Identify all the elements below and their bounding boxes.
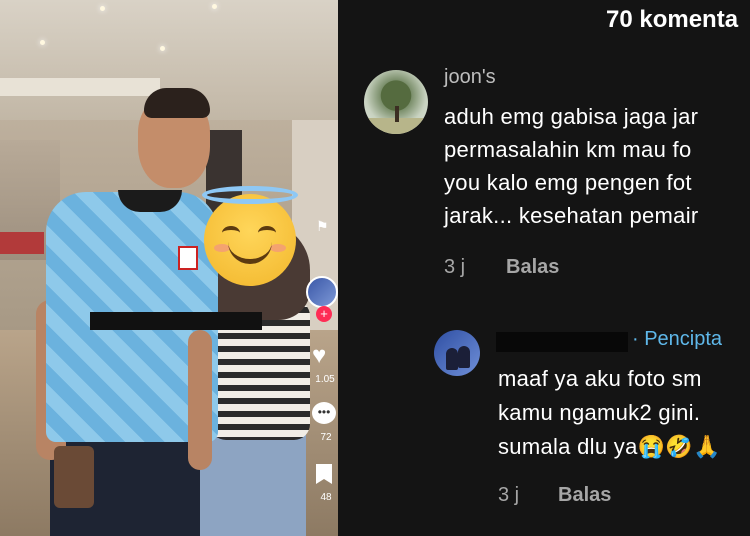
comment-text-line: jarak... kesehatan pemair: [444, 203, 699, 228]
reply-text-line: kamu ngamuk2 gini.: [498, 400, 701, 425]
jersey-crest: [178, 246, 198, 270]
censored-username: [496, 332, 628, 352]
video-frame[interactable]: ⚑ + ♥ 1.05 ••• 72 48: [0, 0, 338, 536]
man-right-arm: [188, 330, 212, 470]
ceiling-light: [160, 46, 165, 51]
comment-timestamp: 3 j: [444, 256, 466, 278]
comment-text-line: you kalo emg pengen fot: [444, 170, 692, 195]
censor-bar: [90, 312, 262, 330]
ceiling-light: [212, 4, 217, 9]
creator-avatar[interactable]: [306, 276, 338, 308]
comment-bubble-icon[interactable]: •••: [312, 402, 336, 424]
smiling-angel-emoji-icon: [204, 194, 296, 286]
woman-jeans: [196, 430, 306, 536]
reply-button[interactable]: Balas: [506, 256, 559, 279]
reply-timestamp: 3 j: [498, 484, 520, 506]
follow-plus-icon[interactable]: +: [316, 306, 332, 322]
save-count: 48: [320, 492, 332, 503]
like-count: 1.05: [315, 374, 335, 385]
avatar-tree: [395, 106, 399, 122]
comment-count-header: 70 komenta: [606, 6, 739, 33]
comment-text-line: aduh emg gabisa jaga jar: [444, 104, 699, 129]
creator-badge: · Pencipta: [632, 328, 723, 350]
ceiling-light: [40, 40, 45, 45]
avatar-person: [446, 348, 458, 370]
man-hair: [144, 88, 210, 118]
commenter-avatar[interactable]: [364, 70, 428, 134]
reply-text-line: maaf ya aku foto sm: [498, 366, 702, 391]
comment-username[interactable]: joon's: [444, 66, 496, 89]
comment-text-line: permasalahin km mau fo: [444, 137, 692, 162]
report-flag-icon[interactable]: ⚑: [316, 218, 329, 235]
ceiling-light: [100, 6, 105, 11]
emoji-eye: [258, 226, 276, 240]
store-sign: [0, 232, 44, 254]
comments-panel: 70 komenta joon's aduh emg gabisa jaga j…: [338, 0, 750, 536]
emoji-blush: [270, 244, 286, 252]
avatar-person: [458, 346, 470, 368]
phone-in-hand: [54, 446, 94, 508]
like-heart-icon[interactable]: ♥: [312, 344, 326, 368]
comment-count: 72: [320, 432, 332, 443]
halo-icon: [202, 186, 298, 204]
reply-button[interactable]: Balas: [558, 484, 611, 507]
ceiling-beam: [0, 78, 160, 96]
creator-reply-avatar[interactable]: [434, 330, 480, 376]
reply-text-line: sumala dlu ya😭🤣🙏: [498, 434, 721, 459]
emoji-eye: [222, 226, 240, 240]
